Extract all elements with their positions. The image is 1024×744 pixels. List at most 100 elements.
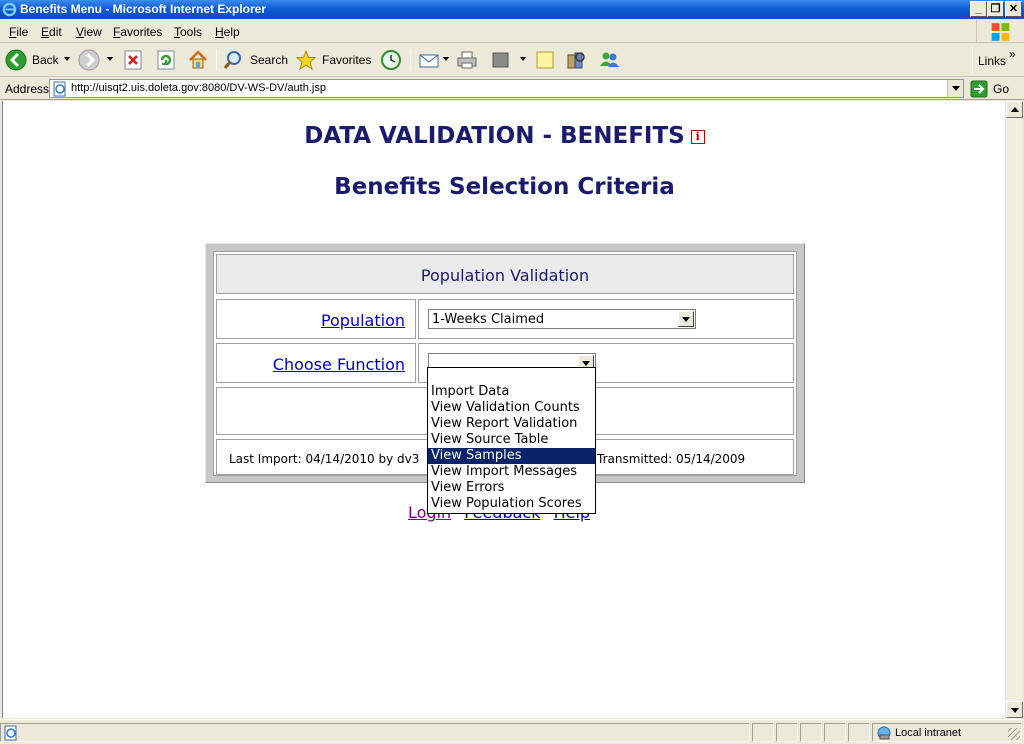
address-url: http://uisqt2.uis.doleta.gov:8080/DV-WS-… xyxy=(71,82,326,94)
population-value-cell: 1-Weeks Claimed xyxy=(418,299,794,339)
toolbar-separator xyxy=(216,49,217,71)
zone-pane: Local intranet xyxy=(872,723,1022,742)
local-intranet-icon xyxy=(877,726,891,740)
info-icon[interactable]: i xyxy=(690,130,705,144)
menu-favorites[interactable]: Favorites xyxy=(113,25,162,39)
window-title: Benefits Menu - Microsoft Internet Explo… xyxy=(20,2,267,16)
menu-favorites-rest: avorites xyxy=(120,25,163,39)
research-icon[interactable] xyxy=(565,49,587,71)
stop-icon[interactable] xyxy=(122,49,144,71)
menu-edit-rest: dit xyxy=(49,25,62,39)
mail-dropdown-icon[interactable] xyxy=(443,57,449,61)
favorites-star-icon[interactable] xyxy=(295,49,317,71)
mail-icon[interactable] xyxy=(418,49,440,71)
resize-grip[interactable] xyxy=(1008,728,1020,740)
close-button[interactable]: ✕ xyxy=(1005,1,1022,17)
search-button-label[interactable]: Search xyxy=(250,53,288,67)
function-option[interactable]: View Report Validation xyxy=(428,416,595,432)
zone-text: Local intranet xyxy=(895,727,962,739)
menu-bar: File Edit View Favorites Tools Help xyxy=(0,20,1024,43)
function-option[interactable]: Import Data xyxy=(428,384,595,400)
panel-header-text: Population Validation xyxy=(420,266,590,285)
address-input[interactable]: http://uisqt2.uis.doleta.gov:8080/DV-WS-… xyxy=(49,79,964,98)
links-separator xyxy=(972,47,973,73)
transmitted-text: Transmitted: 05/14/2009 xyxy=(597,452,746,466)
maximize-button[interactable]: ❐ xyxy=(987,1,1004,17)
search-icon[interactable] xyxy=(222,49,244,71)
choose-function-link[interactable]: Choose Function xyxy=(273,355,405,374)
function-option-blank[interactable] xyxy=(428,368,595,384)
chevron-up-icon xyxy=(1011,107,1019,112)
menu-view-accel: V xyxy=(76,25,84,39)
status-pane xyxy=(800,723,822,742)
page-title: DATA VALIDATION - BENEFITS i xyxy=(3,123,1005,149)
status-pane xyxy=(848,723,870,742)
population-label-cell: Population xyxy=(216,299,416,339)
address-dropdown-button[interactable] xyxy=(947,80,963,97)
go-button[interactable]: Go xyxy=(993,82,1009,96)
history-icon[interactable] xyxy=(380,49,402,71)
messenger-icon[interactable] xyxy=(598,49,620,71)
function-option[interactable]: View Population Scores xyxy=(428,496,595,512)
edit-dropdown-icon[interactable] xyxy=(520,57,526,61)
forward-dropdown-icon[interactable] xyxy=(107,57,113,61)
menu-help-accel: H xyxy=(215,25,224,39)
toolbar-separator xyxy=(410,49,411,71)
menu-file[interactable]: File xyxy=(9,25,28,39)
menu-edit-accel: E xyxy=(41,25,50,39)
function-option[interactable]: View Import Messages xyxy=(428,464,595,480)
function-option[interactable]: View Errors xyxy=(428,480,595,496)
chevron-down-icon xyxy=(682,317,690,322)
favorites-button-label[interactable]: Favorites xyxy=(322,53,371,67)
page-status-icon xyxy=(4,725,17,741)
back-icon[interactable] xyxy=(5,49,27,71)
windows-logo-icon xyxy=(976,20,1010,43)
minimize-button[interactable]: _ xyxy=(970,1,987,17)
menu-view[interactable]: View xyxy=(76,25,102,39)
internet-explorer-icon xyxy=(2,2,17,17)
function-option[interactable]: View Source Table xyxy=(428,432,595,448)
function-label-cell: Choose Function xyxy=(216,343,416,383)
scroll-down-button[interactable] xyxy=(1006,701,1023,718)
chevron-down-icon xyxy=(582,361,590,366)
status-pane xyxy=(752,723,774,742)
status-pane xyxy=(776,723,798,742)
population-dropdown-button[interactable] xyxy=(678,311,694,327)
population-select[interactable]: 1-Weeks Claimed xyxy=(428,309,696,329)
address-bar: Address http://uisqt2.uis.doleta.gov:808… xyxy=(0,78,1024,100)
page-content: DATA VALIDATION - BENEFITS i Benefits Sel… xyxy=(2,101,1005,718)
page-icon xyxy=(53,81,66,97)
toolbar: Back Search Favorites Links » xyxy=(0,44,1024,77)
page-title-text: DATA VALIDATION - BENEFITS xyxy=(304,123,685,149)
refresh-icon[interactable] xyxy=(155,49,177,71)
discuss-icon[interactable] xyxy=(534,49,556,71)
back-button-label[interactable]: Back xyxy=(32,53,59,67)
menu-help[interactable]: Help xyxy=(215,25,240,39)
menu-view-rest: iew xyxy=(83,25,102,39)
links-chevron-icon[interactable]: » xyxy=(1009,47,1016,61)
links-button[interactable]: Links xyxy=(978,54,1006,68)
panel-header: Population Validation xyxy=(216,254,794,294)
menu-tools[interactable]: Tools xyxy=(174,25,202,39)
menu-tools-rest: ools xyxy=(180,25,203,39)
go-arrow-icon[interactable] xyxy=(970,80,988,98)
chevron-down-icon xyxy=(1011,708,1019,713)
population-select-value: 1-Weeks Claimed xyxy=(432,312,545,327)
status-bar: Local intranet xyxy=(0,719,1024,744)
vertical-scrollbar[interactable] xyxy=(1005,101,1023,718)
menu-edit[interactable]: Edit xyxy=(41,25,62,39)
print-icon[interactable] xyxy=(456,49,478,71)
page-subtitle: Benefits Selection Criteria xyxy=(334,174,675,200)
scroll-up-button[interactable] xyxy=(1006,101,1023,118)
function-dropdown-list[interactable]: Import Data View Validation Counts View … xyxy=(427,367,596,514)
function-option-selected[interactable]: View Samples xyxy=(428,448,595,464)
address-label: Address xyxy=(5,82,50,96)
population-link[interactable]: Population xyxy=(321,311,405,330)
function-option[interactable]: View Validation Counts xyxy=(428,400,595,416)
home-icon[interactable] xyxy=(187,49,209,71)
status-text-pane xyxy=(0,723,750,742)
edit-icon[interactable] xyxy=(490,49,512,71)
forward-icon[interactable] xyxy=(78,49,100,71)
chevron-down-icon xyxy=(952,86,960,91)
back-dropdown-icon[interactable] xyxy=(64,57,70,61)
